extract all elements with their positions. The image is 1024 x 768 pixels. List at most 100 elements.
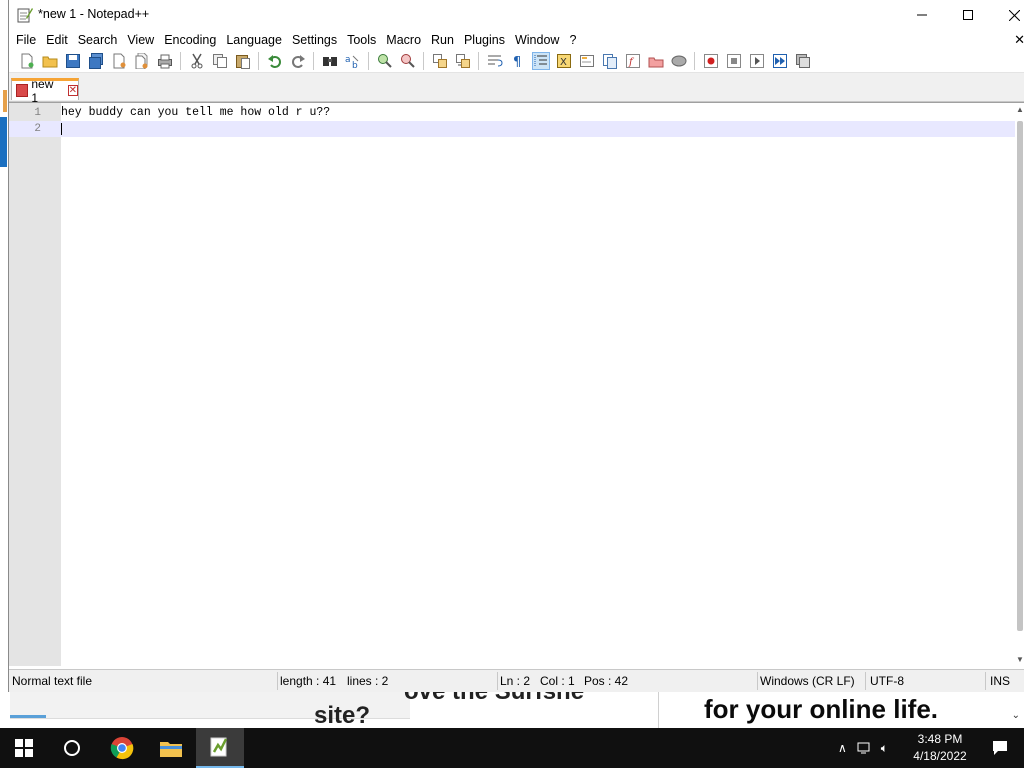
- scroll-down-arrow-icon[interactable]: ▼: [1016, 655, 1024, 664]
- minimize-button[interactable]: [899, 0, 945, 30]
- windows-start-icon: [15, 739, 33, 757]
- start-button[interactable]: [0, 728, 48, 768]
- monitoring-icon[interactable]: [671, 53, 687, 69]
- taskbar: ∧ 🔈︎ 3:48 PM 4/18/2022: [0, 728, 1024, 768]
- system-tray: ∧ 🔈︎: [838, 728, 888, 768]
- paste-icon[interactable]: [235, 53, 251, 69]
- menu-edit[interactable]: Edit: [41, 30, 73, 50]
- sync-vertical-icon[interactable]: [432, 53, 448, 69]
- editor-area[interactable]: 1 hey buddy can you tell me how old r u?…: [9, 102, 1024, 666]
- sync-horizontal-icon[interactable]: [455, 53, 471, 69]
- file-explorer-icon: [160, 742, 182, 757]
- indent-guide-icon[interactable]: [531, 52, 550, 70]
- new-file-icon[interactable]: [19, 53, 35, 69]
- clock-date: 4/18/2022: [913, 749, 967, 763]
- toolbar: ab ¶ X f: [9, 50, 1024, 73]
- print-icon[interactable]: [157, 53, 173, 69]
- toolbar-separator: [368, 52, 369, 70]
- background-accent: [3, 90, 7, 112]
- status-encoding[interactable]: UTF-8: [867, 670, 904, 692]
- find-icon[interactable]: [322, 53, 338, 69]
- line-number: 1: [34, 107, 41, 119]
- action-center-button[interactable]: [976, 728, 1024, 768]
- undo-icon[interactable]: [267, 53, 283, 69]
- notification-icon: [993, 741, 1007, 755]
- notepadpp-icon: [210, 737, 228, 757]
- scrollbar-thumb[interactable]: [1017, 121, 1023, 631]
- copy-icon[interactable]: [212, 53, 228, 69]
- background-page-edge: [0, 100, 8, 710]
- title-bar[interactable]: *new 1 - Notepad++: [9, 0, 1024, 30]
- open-file-icon[interactable]: [42, 53, 58, 69]
- save-macro-icon[interactable]: [795, 53, 811, 69]
- show-hidden-icons-icon[interactable]: ∧: [838, 741, 847, 755]
- search-icon: [64, 740, 80, 756]
- chevron-down-icon: ⌄: [1011, 710, 1020, 721]
- window-title: *new 1 - Notepad++: [38, 7, 150, 21]
- taskbar-chrome[interactable]: [98, 728, 146, 768]
- tab-new-1[interactable]: new 1 ✕: [11, 77, 79, 105]
- menu-macro[interactable]: Macro: [381, 30, 426, 50]
- save-all-icon[interactable]: [88, 53, 104, 69]
- record-macro-icon[interactable]: [703, 53, 719, 69]
- menu-search[interactable]: Search: [73, 30, 123, 50]
- close-button[interactable]: [991, 0, 1024, 30]
- clock-time: 3:48 PM: [917, 732, 963, 746]
- search-button[interactable]: [48, 728, 96, 768]
- menu-window[interactable]: Window: [510, 30, 564, 50]
- svg-text:X: X: [560, 57, 567, 68]
- run-macro-multiple-icon[interactable]: [772, 53, 788, 69]
- menu-help[interactable]: ?: [564, 30, 581, 50]
- close-icon: [1008, 9, 1020, 21]
- maximize-button[interactable]: [945, 0, 991, 30]
- taskbar-file-explorer[interactable]: [147, 728, 195, 768]
- toolbar-separator: [180, 52, 181, 70]
- menu-run[interactable]: Run: [426, 30, 459, 50]
- zoom-in-icon[interactable]: [377, 53, 393, 69]
- zoom-out-icon[interactable]: [400, 53, 416, 69]
- editor-line-current[interactable]: 2: [9, 121, 1015, 137]
- status-insert-mode[interactable]: INS: [987, 670, 1010, 692]
- menu-tools[interactable]: Tools: [342, 30, 381, 50]
- status-eol[interactable]: Windows (CR LF): [757, 670, 855, 692]
- menu-view[interactable]: View: [122, 30, 159, 50]
- play-macro-icon[interactable]: [749, 53, 765, 69]
- scroll-up-arrow-icon[interactable]: ▲: [1016, 105, 1024, 114]
- function-list-icon[interactable]: f: [625, 53, 641, 69]
- menu-file[interactable]: File: [11, 30, 41, 50]
- chrome-icon: [110, 737, 134, 760]
- stop-macro-icon[interactable]: [726, 53, 742, 69]
- tab-close-button[interactable]: ✕: [67, 85, 78, 96]
- menu-settings[interactable]: Settings: [287, 30, 342, 50]
- folder-workspace-icon[interactable]: [648, 53, 664, 69]
- menu-encoding[interactable]: Encoding: [159, 30, 221, 50]
- line-number: 2: [34, 123, 41, 135]
- volume-icon[interactable]: 🔈︎: [881, 741, 888, 756]
- line-text[interactable]: hey buddy can you tell me how old r u??: [61, 105, 330, 121]
- menu-plugins[interactable]: Plugins: [459, 30, 510, 50]
- close-all-icon[interactable]: [134, 53, 150, 69]
- cut-icon[interactable]: [189, 53, 205, 69]
- word-wrap-icon[interactable]: [487, 53, 503, 69]
- background-card: ⌄: [1008, 692, 1024, 728]
- close-document-button[interactable]: ✕: [1014, 32, 1024, 48]
- status-lines: lines : 2: [347, 674, 389, 688]
- show-all-chars-icon[interactable]: ¶: [510, 53, 526, 69]
- vertical-scrollbar[interactable]: ▲ ▼: [1015, 103, 1024, 666]
- close-icon[interactable]: [111, 53, 127, 69]
- redo-icon[interactable]: [290, 53, 306, 69]
- tab-bar: new 1 ✕: [9, 73, 1024, 105]
- udl-icon[interactable]: X: [556, 53, 572, 69]
- toolbar-separator: [423, 52, 424, 70]
- menu-language[interactable]: Language: [221, 30, 287, 50]
- system-clock[interactable]: 3:48 PM 4/18/2022: [906, 731, 974, 765]
- save-icon[interactable]: [65, 53, 81, 69]
- minimize-icon: [917, 14, 927, 16]
- replace-icon[interactable]: ab: [345, 53, 361, 69]
- network-icon[interactable]: [857, 741, 873, 755]
- doc-list-icon[interactable]: [602, 53, 618, 69]
- doc-map-icon[interactable]: [579, 53, 595, 69]
- taskbar-notepadpp[interactable]: [196, 728, 244, 768]
- editor-line[interactable]: 1 hey buddy can you tell me how old r u?…: [9, 105, 1015, 121]
- text-content[interactable]: 1 hey buddy can you tell me how old r u?…: [9, 105, 1015, 137]
